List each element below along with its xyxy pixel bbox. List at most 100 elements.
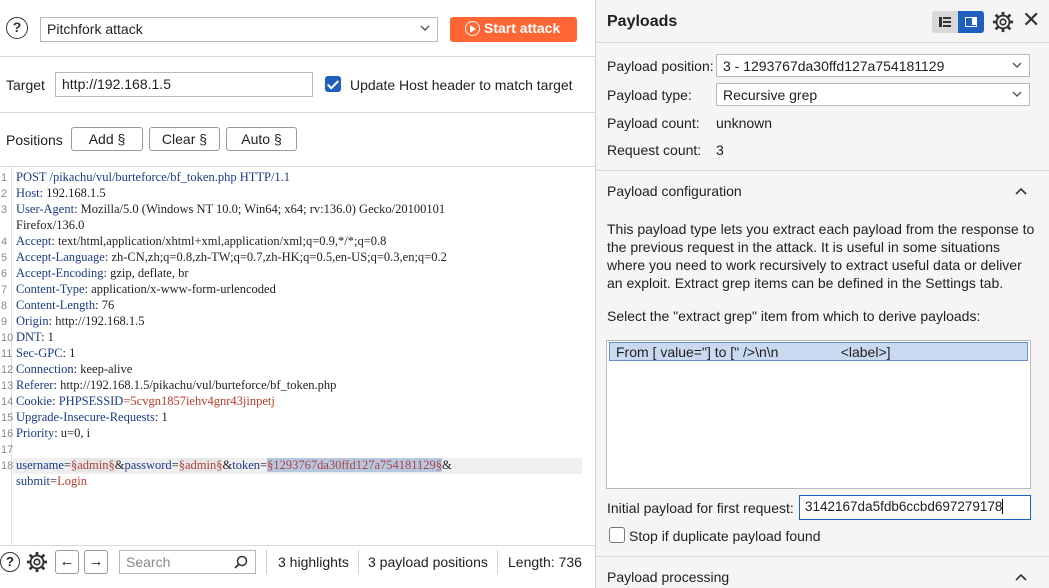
line-number: 6 <box>1 268 8 280</box>
request-editor[interactable]: 1 POST /pikachu/vul/burteforce/bf_token.… <box>0 167 595 545</box>
close-icon[interactable]: ✕ <box>1022 9 1040 31</box>
previous-arrow-icon[interactable]: ← <box>55 550 79 574</box>
editor-status-bar: ? ← → Search 3 highlights 3 payload posi… <box>0 545 595 588</box>
payloads-panel: Payloads ✕ Payload position: 3 - 1293767… <box>596 0 1049 588</box>
play-icon <box>465 21 480 36</box>
line-number: 13 <box>1 380 14 392</box>
header-line-wrap: Firefox/136.0 <box>16 218 85 232</box>
payload-type-label: Payload type: <box>607 87 692 103</box>
line-number: 2 <box>1 188 8 200</box>
update-host-checkbox[interactable] <box>325 76 341 92</box>
chevron-down-icon <box>420 25 430 31</box>
payload-position-value: 3 - 1293767da30ffd127a754181129 <box>723 58 945 74</box>
stop-duplicate-label: Stop if duplicate payload found <box>629 528 821 544</box>
body-line: username=§admin§&password=§admin§&token=… <box>16 458 452 472</box>
initial-payload-input[interactable]: 3142167da5fdb6ccbd697279178 <box>799 495 1031 520</box>
header-line: Sec-GPC: 1 <box>16 346 76 360</box>
header-line: Content-Type: application/x-www-form-url… <box>16 282 276 296</box>
help-icon[interactable]: ? <box>0 552 20 572</box>
chevron-down-icon <box>1012 91 1022 97</box>
divider <box>596 42 1049 43</box>
request-length: Length: 736 <box>508 554 582 570</box>
body-line-wrap: submit=Login <box>16 474 87 488</box>
help-icon[interactable]: ? <box>6 17 28 39</box>
extract-grep-list[interactable]: From [ value="] to [" />\n\n <label>] <box>606 340 1031 489</box>
initial-payload-label: Initial payload for first request: <box>607 500 794 516</box>
header-line: Priority: u=0, i <box>16 426 91 440</box>
gear-icon[interactable] <box>26 551 48 573</box>
extract-grep-prompt: Select the "extract grep" item from whic… <box>607 308 981 324</box>
payload-position-label: Payload position: <box>607 58 714 74</box>
request-line: POST /pikachu/vul/burteforce/bf_token.ph… <box>16 170 291 184</box>
line-number: 7 <box>1 284 8 296</box>
target-input[interactable]: http://192.168.1.5 <box>55 72 313 97</box>
clear-markers-button[interactable]: Clear § <box>149 127 220 151</box>
header-line: Accept: text/html,application/xhtml+xml,… <box>16 234 387 248</box>
line-number: 10 <box>1 332 14 344</box>
line-number: 5 <box>1 252 8 264</box>
search-input[interactable]: Search <box>119 550 256 574</box>
list-layout-icon[interactable] <box>932 11 958 33</box>
line-number: 16 <box>1 428 14 440</box>
search-icon <box>234 555 248 569</box>
positions-label: Positions <box>6 132 63 148</box>
chevron-up-icon[interactable] <box>1014 184 1028 198</box>
header-line: Accept-Language: zh-CN,zh;q=0.8,zh-TW;q=… <box>16 250 447 264</box>
header-line: Upgrade-Insecure-Requests: 1 <box>16 410 168 424</box>
payload-positions-count: 3 payload positions <box>368 554 488 570</box>
panel-title: Payloads <box>607 13 678 30</box>
payload-marker-3: §1293767da30ffd127a754181129§ <box>267 458 443 472</box>
line-number: 11 <box>1 348 13 360</box>
header-line: Host: 192.168.1.5 <box>16 186 106 200</box>
line-number: 12 <box>1 364 14 376</box>
request-count-label: Request count: <box>607 142 702 158</box>
attack-config-panel: ? Pitchfork attack Start attack Target h… <box>0 0 595 588</box>
layout-toggle[interactable] <box>932 11 984 33</box>
cookie-line: Cookie: PHPSESSID=5cvgn1857iehv4gnr43jin… <box>16 394 275 408</box>
gear-icon[interactable] <box>992 11 1014 33</box>
auto-markers-button[interactable]: Auto § <box>226 127 297 151</box>
payload-processing-title[interactable]: Payload processing <box>607 569 729 585</box>
line-number: 4 <box>1 236 8 248</box>
payload-position-select[interactable]: 3 - 1293767da30ffd127a754181129 <box>716 54 1030 77</box>
header-line: User-Agent: Mozilla/5.0 (Windows NT 10.0… <box>16 202 446 216</box>
side-panel-layout-icon[interactable] <box>958 11 984 33</box>
attack-type-select[interactable]: Pitchfork attack <box>40 17 438 42</box>
start-attack-button[interactable]: Start attack <box>450 17 577 42</box>
add-marker-button[interactable]: Add § <box>71 127 143 151</box>
line-number: 1 <box>1 172 8 184</box>
payload-type-value: Recursive grep <box>723 87 818 103</box>
stop-duplicate-checkbox[interactable] <box>609 527 625 543</box>
search-placeholder: Search <box>126 554 171 570</box>
payload-count-value: unknown <box>716 115 773 131</box>
divider <box>497 550 498 574</box>
payload-type-select[interactable]: Recursive grep <box>716 83 1030 106</box>
divider <box>358 550 359 574</box>
request-count-value: 3 <box>716 142 724 158</box>
payload-marker-1: §admin§ <box>70 458 115 472</box>
payload-description: This payload type lets you extract each … <box>607 221 1035 291</box>
header-line: Content-Length: 76 <box>16 298 115 312</box>
line-number: 8 <box>1 300 8 312</box>
header-line: Origin: http://192.168.1.5 <box>16 314 145 328</box>
line-number: 17 <box>1 444 14 456</box>
line-number: 14 <box>1 396 14 408</box>
header-line: DNT: 1 <box>16 330 54 344</box>
divider <box>596 556 1049 557</box>
target-label: Target <box>6 77 45 93</box>
list-item[interactable]: From [ value="] to [" />\n\n <label>] <box>609 342 1028 361</box>
chevron-up-icon[interactable] <box>1014 570 1028 584</box>
line-number: 15 <box>1 412 14 424</box>
positions-toolbar: Positions Add § Clear § Auto § <box>0 113 595 167</box>
attack-toolbar: ? Pitchfork attack Start attack <box>0 0 595 57</box>
line-number: 9 <box>1 316 8 328</box>
attack-type-value: Pitchfork attack <box>47 21 143 37</box>
payload-configuration-title[interactable]: Payload configuration <box>607 183 742 199</box>
text-caret <box>1002 499 1004 514</box>
next-arrow-icon[interactable]: → <box>84 550 108 574</box>
highlights-count: 3 highlights <box>278 554 349 570</box>
header-line: Referer: http://192.168.1.5/pikachu/vul/… <box>16 378 337 392</box>
start-attack-label: Start attack <box>484 20 561 36</box>
payload-count-label: Payload count: <box>607 115 700 131</box>
divider <box>596 170 1049 171</box>
